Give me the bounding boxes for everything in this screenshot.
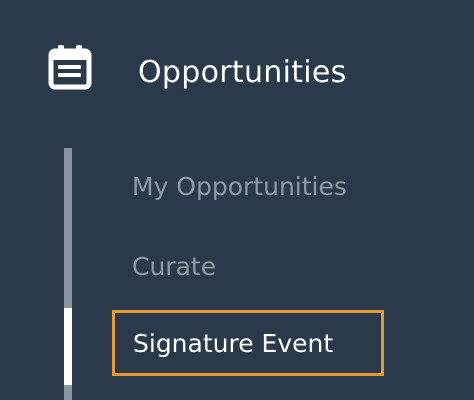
- nav-section-title: Opportunities: [138, 55, 347, 90]
- submenu-item-my-opportunities[interactable]: My Opportunities: [112, 159, 392, 215]
- calendar-list-icon: [48, 44, 92, 90]
- nav-section-opportunities[interactable]: Opportunities: [0, 0, 474, 140]
- submenu-active-indicator: [64, 308, 72, 385]
- sidebar-nav: Opportunities My Opportunities Curate Si…: [0, 0, 474, 400]
- submenu-item-signature-event[interactable]: Signature Event: [112, 310, 384, 376]
- submenu-item-curate[interactable]: Curate: [112, 239, 272, 295]
